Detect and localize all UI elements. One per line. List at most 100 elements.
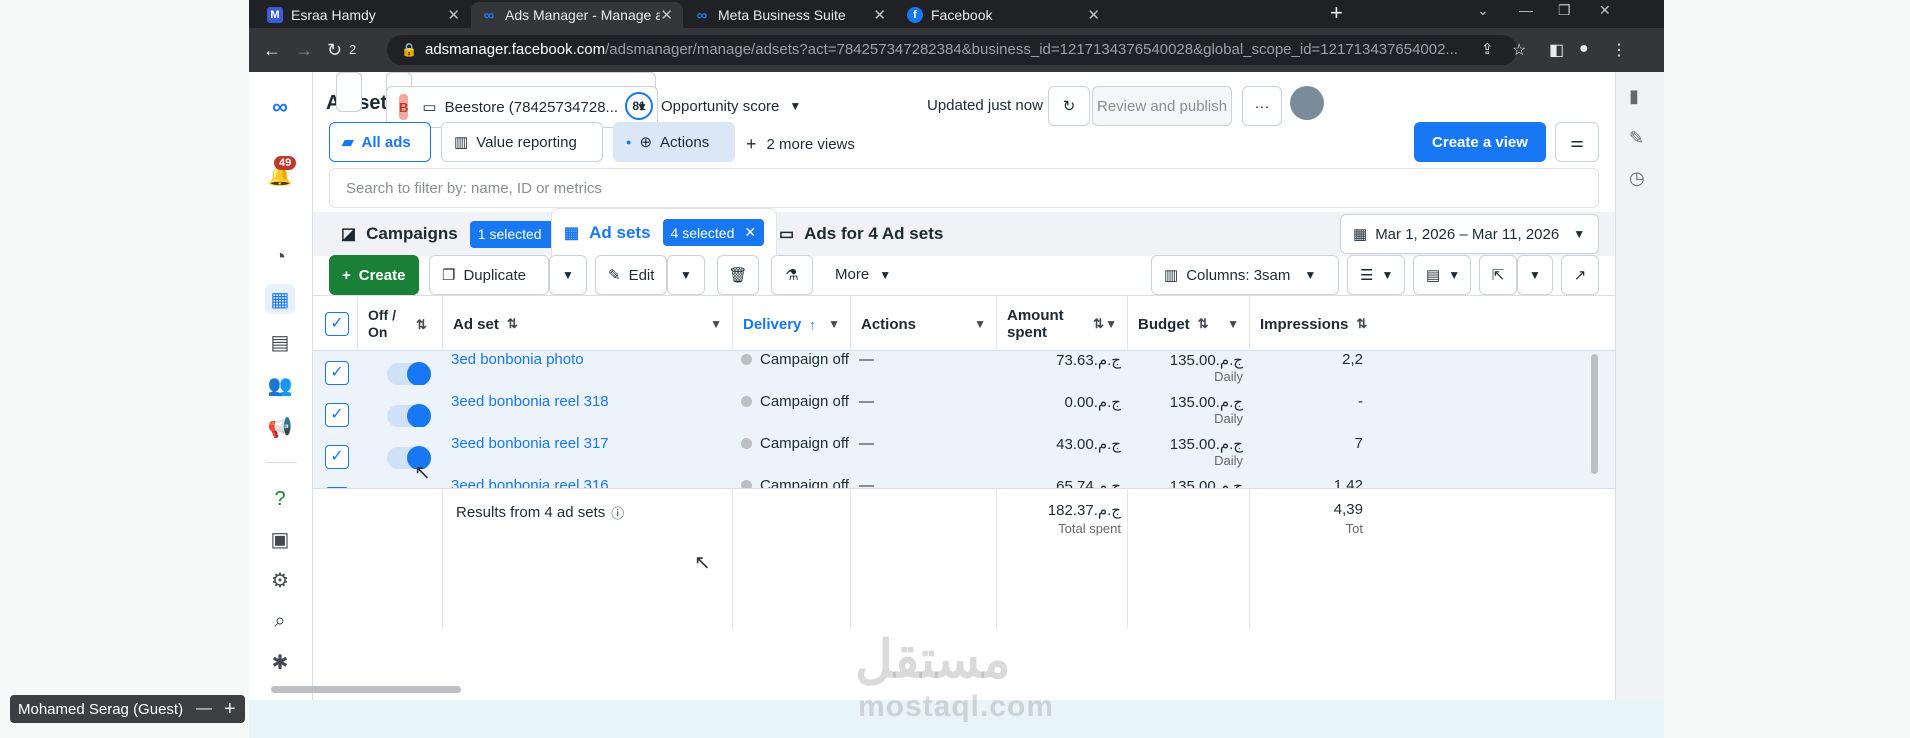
test-button[interactable]: ⚗ xyxy=(771,255,813,295)
header-amount-spent[interactable]: Amount spent ⇅ ▼ xyxy=(996,296,1127,352)
header-adset[interactable]: Ad set ⇅ ▼ xyxy=(442,296,732,352)
status-toggle[interactable] xyxy=(387,404,431,428)
close-icon[interactable]: ✕ xyxy=(447,6,460,24)
left-nav: ∞ 🔔 49 ◔ ▦ ▤ 👥 📢 ? ▣ ⚙ ⌕ ✱ xyxy=(249,72,313,700)
close-icon[interactable]: ✕ xyxy=(660,6,673,24)
forward-icon[interactable]: → xyxy=(295,40,313,61)
plus-icon[interactable]: + xyxy=(224,698,236,721)
folder-icon: ▰ xyxy=(342,134,354,151)
menu-icon[interactable]: ⋮ xyxy=(1611,40,1627,60)
header-delivery[interactable]: Delivery ↑ ▼ xyxy=(732,296,850,352)
row-checkbox[interactable]: ✓ xyxy=(325,361,349,385)
minimize-icon[interactable]: — xyxy=(196,700,212,718)
delete-button[interactable]: 🗑 xyxy=(717,255,759,295)
review-publish-button[interactable]: Review and publish xyxy=(1092,86,1232,126)
more-button[interactable]: More ▼ xyxy=(835,266,891,283)
columns-button[interactable]: ▥ Columns: 3sam ▼ xyxy=(1151,255,1339,295)
view-settings-button[interactable]: ⚌ xyxy=(1555,122,1599,162)
tab-favicon-icon: M xyxy=(267,7,283,23)
meta-logo-icon[interactable]: ∞ xyxy=(265,92,295,122)
opportunity-score[interactable]: 81 Opportunity score ▼ xyxy=(625,92,801,120)
more-options-button[interactable]: ··· xyxy=(1242,86,1282,126)
header-impressions[interactable]: Impressions ⇅ xyxy=(1249,296,1367,352)
guest-profile-bar[interactable]: Mohamed Serag (Guest) — + xyxy=(10,695,245,723)
screen: M Esraa Hamdy ✕ ∞ Ads Manager - Manage a… xyxy=(0,0,1910,738)
export-dropdown[interactable]: ▼ xyxy=(1517,255,1553,295)
close-icon[interactable]: ✕ xyxy=(873,6,886,24)
table-header: ✓ Off / On ⇅ Ad set ⇅ ▼ Delivery ↑ ▼ Actions ▼… xyxy=(313,295,1615,352)
mouse-cursor-icon: ↖ xyxy=(694,552,711,574)
tab-search-icon[interactable]: ⌄ xyxy=(1477,2,1489,19)
avatar[interactable] xyxy=(1290,86,1324,120)
minimize-icon[interactable]: — xyxy=(1519,2,1533,18)
bug-icon[interactable]: ✱ xyxy=(265,647,295,677)
tab-ads[interactable]: ▭ Ads for 4 Ad sets xyxy=(767,212,955,256)
edit-dropdown[interactable]: ▼ xyxy=(667,255,705,295)
tab-adsets[interactable]: ▦ Ad sets 4 selected ✕ xyxy=(551,208,778,256)
more-views[interactable]: +2 more views xyxy=(746,134,855,155)
dashboard-icon[interactable]: ◔ xyxy=(265,242,295,272)
megaphone-icon[interactable]: 📢 xyxy=(265,412,295,442)
tab-campaigns[interactable]: ◪ Campaigns 1 selected✕ xyxy=(329,212,583,256)
bar-chart-icon[interactable]: ▮ xyxy=(1629,86,1639,107)
reports-icon[interactable]: ▤ xyxy=(265,327,295,357)
vertical-scrollbar[interactable] xyxy=(1591,354,1598,474)
edit-button[interactable]: ✎ Edit xyxy=(595,255,667,295)
breakdown-button[interactable]: ☰ ▼ xyxy=(1347,255,1405,295)
profile-icon[interactable]: ● xyxy=(1579,40,1589,58)
chart-button[interactable]: ↗ xyxy=(1561,255,1599,295)
create-view-button[interactable]: Create a view xyxy=(1414,122,1546,162)
create-button[interactable]: + Create xyxy=(329,255,419,295)
header-budget[interactable]: Budget ⇅ ▼ xyxy=(1127,296,1249,352)
news-icon[interactable]: ▣ xyxy=(265,524,295,554)
horizontal-scrollbar[interactable] xyxy=(271,686,461,693)
duplicate-dropdown[interactable]: ▼ xyxy=(549,255,587,295)
view-value-reporting[interactable]: ▥ Value reporting xyxy=(441,122,603,162)
restore-icon[interactable]: ❐ xyxy=(1558,2,1571,19)
search-input[interactable]: Search to filter by: name, ID or metrics xyxy=(329,168,1599,208)
select-all-checkbox[interactable]: ✓ xyxy=(325,312,349,336)
reports-button[interactable]: ▤ ▼ xyxy=(1413,255,1471,295)
info-icon[interactable]: ⓘ xyxy=(611,503,624,522)
audiences-icon[interactable]: 👥 xyxy=(265,370,295,400)
gear-icon[interactable]: ⚙ xyxy=(265,565,295,595)
browser-tab-1[interactable]: M Esraa Hamdy ✕ xyxy=(257,2,470,28)
date-range-picker[interactable]: ▦ Mar 1, 2026 – Mar 11, 2026 ▼ xyxy=(1340,214,1599,254)
help-icon[interactable]: ? xyxy=(265,484,295,514)
new-tab-button[interactable]: + xyxy=(1330,0,1343,28)
browser-tab-3[interactable]: ∞ Meta Business Suite ✕ xyxy=(684,2,896,28)
updated-status: Updated just now xyxy=(927,97,1043,114)
star-icon[interactable]: ☆ xyxy=(1512,40,1526,60)
status-dot xyxy=(741,396,752,407)
header-actions[interactable]: Actions ▼ xyxy=(850,296,996,352)
close-icon[interactable]: ✕ xyxy=(1087,6,1100,24)
table-icon[interactable]: ▦ xyxy=(265,284,295,314)
grid-icon: ▦ xyxy=(564,224,580,242)
selection-pill[interactable]: 4 selected ✕ xyxy=(662,219,765,246)
url-field[interactable]: 🔒 adsmanager.facebook.com/adsmanager/man… xyxy=(387,35,1517,65)
view-actions[interactable]: ● ⊕ Actions xyxy=(613,122,735,162)
clock-icon[interactable]: ◷ xyxy=(1629,168,1645,189)
opportunity-label: Opportunity score xyxy=(661,97,780,115)
delivery-label: Campaign off xyxy=(760,393,849,410)
row-checkbox[interactable]: ✓ xyxy=(325,403,349,427)
view-all-ads[interactable]: ▰ All ads xyxy=(329,122,431,162)
close-window-icon[interactable]: ✕ xyxy=(1599,2,1611,19)
column-divider xyxy=(850,489,851,629)
meta-logo-icon: ∞ xyxy=(696,6,708,24)
browser-tab-2[interactable]: ∞ Ads Manager - Manage ads - Ad ✕ xyxy=(471,2,683,28)
reload-icon[interactable]: ↻ xyxy=(327,40,342,61)
pencil-icon[interactable]: ✎ xyxy=(1629,128,1644,149)
header-offon[interactable]: Off / On ⇅ xyxy=(357,296,442,352)
search-icon[interactable]: ⌕ xyxy=(265,606,295,636)
browser-tab-4[interactable]: f Facebook ✕ xyxy=(897,2,1110,28)
share-icon[interactable]: ⇪ xyxy=(1481,40,1494,58)
row-checkbox[interactable]: ✓ xyxy=(325,445,349,469)
status-toggle[interactable] xyxy=(387,362,431,386)
refresh-button[interactable]: ↻ xyxy=(1048,86,1090,126)
export-button[interactable]: ⇱ xyxy=(1479,255,1517,295)
side-panel-icon[interactable]: ◧ xyxy=(1549,40,1564,60)
close-icon[interactable]: ✕ xyxy=(744,224,756,241)
back-icon[interactable]: ← xyxy=(263,40,281,61)
duplicate-button[interactable]: ❐ Duplicate xyxy=(429,255,549,295)
